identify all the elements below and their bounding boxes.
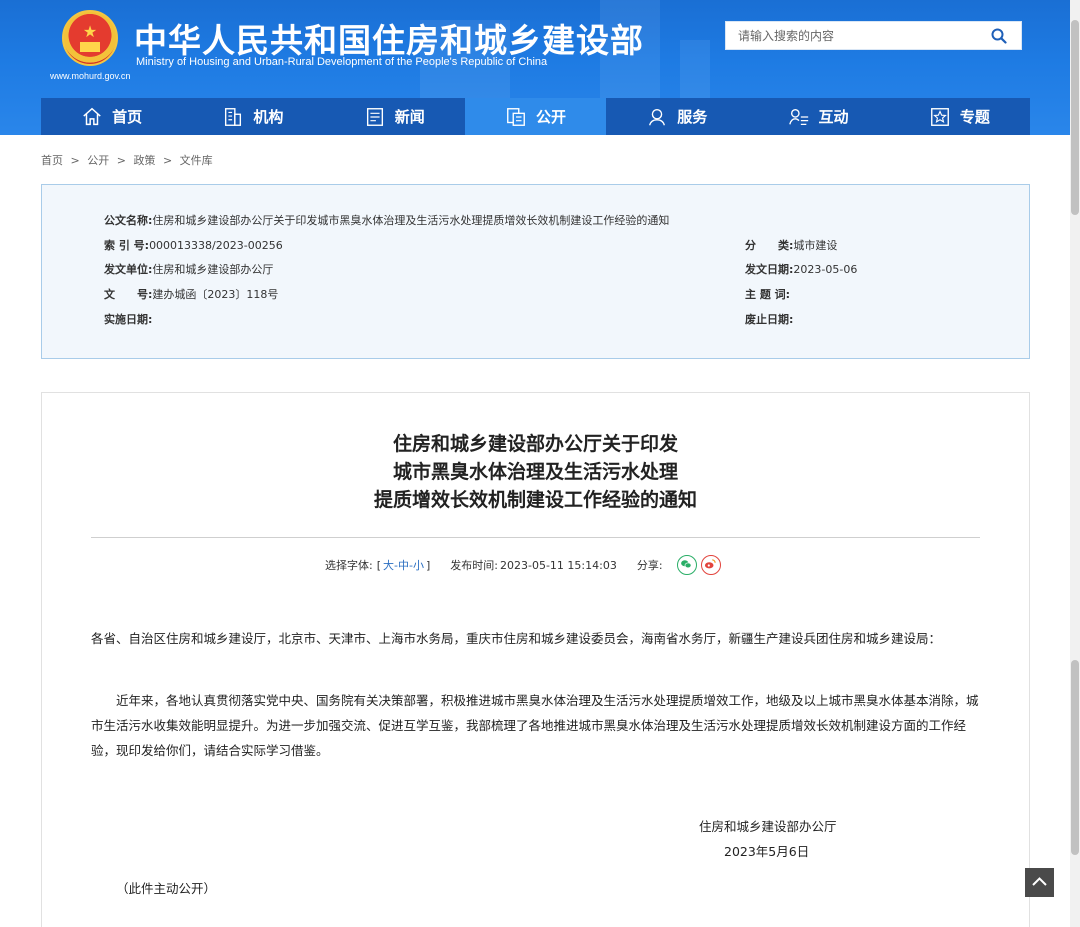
news-icon (366, 107, 383, 126)
breadcrumb: 首页 > 公开 > 政策 > 文件库 (41, 152, 217, 168)
document-icon (507, 107, 525, 126)
article-addressee: 各省、自治区住房和城乡建设厅，北京市、天津市、上海市水务局，重庆市住房和城乡建设… (91, 631, 942, 646)
nav-item-topic[interactable]: 专题 (889, 98, 1030, 135)
publish-time: 2023-05-11 15:14:03 (500, 558, 617, 572)
nav-item-service[interactable]: 服务 (606, 98, 747, 135)
font-bracket-open: [ (376, 558, 382, 572)
breadcrumb-home[interactable]: 首页 (41, 154, 63, 167)
article-note: （此件主动公开） (116, 881, 217, 896)
site-url: www.mohurd.gov.cn (50, 71, 131, 81)
meta-issuer: 发文单位:住房和城乡建设部办公厅 (104, 263, 274, 276)
breadcrumb-policy[interactable]: 政策 (133, 154, 155, 167)
weibo-share-icon[interactable] (700, 555, 721, 575)
meta-doc-no: 文 号:建办城函〔2023〕118号 (104, 288, 279, 301)
service-icon (649, 108, 666, 125)
wechat-share-icon[interactable] (676, 555, 697, 575)
site-title-cn[interactable]: 中华人民共和国住房和城乡建设部 (134, 14, 644, 62)
article-panel: 住房和城乡建设部办公厅关于印发 城市黑臭水体治理及生活污水处理 提质增效长效机制… (41, 392, 1030, 927)
search-icon[interactable] (991, 28, 1007, 44)
meta-effective-date: 实施日期: (104, 313, 153, 326)
font-select-label: 选择字体: (325, 559, 373, 572)
site-title-en: Ministry of Housing and Urban-Rural Deve… (136, 56, 548, 68)
font-large-button[interactable]: 大 (383, 557, 394, 573)
font-medium-button[interactable]: 中 (398, 557, 409, 573)
search-box (725, 21, 1022, 50)
nav-label: 新闻 (394, 108, 425, 126)
scrollbar-thumb[interactable] (1071, 20, 1079, 215)
nav-item-open[interactable]: 公开 (464, 98, 607, 135)
nav-label: 公开 (535, 108, 566, 126)
interact-icon (788, 108, 808, 125)
search-input[interactable] (726, 22, 981, 49)
breadcrumb-sep: > (70, 154, 80, 167)
document-meta-box: 公文名称:住房和城乡建设部办公厅关于印发城市黑臭水体治理及生活污水处理提质增效长… (41, 184, 1030, 359)
breadcrumb-sep: > (116, 154, 126, 167)
breadcrumb-library[interactable]: 文件库 (180, 154, 213, 167)
nav-item-org[interactable]: 机构 (182, 98, 323, 135)
nav-item-home[interactable]: 首页 (41, 98, 182, 135)
share-label: 分享: (636, 559, 663, 572)
national-emblem-icon[interactable]: ★ (62, 10, 118, 66)
publish-label: 发布时间: (450, 559, 498, 572)
article-toolbar: 选择字体: [ 大 - 中 - 小 ] 发布时间: 2023-05-11 15:… (325, 555, 721, 575)
font-bracket-close: ] (425, 558, 431, 572)
article-date: 2023年5月6日 (724, 844, 810, 859)
meta-subject: 主 题 词: (745, 288, 791, 301)
breadcrumb-open[interactable]: 公开 (87, 154, 109, 167)
article-title-line1: 住房和城乡建设部办公厅关于印发 (392, 433, 678, 455)
topic-star-icon (930, 107, 949, 126)
main-nav: 首页 机构 新闻 公开 服务 互动 专题 (41, 98, 1030, 135)
nav-label: 互动 (818, 108, 849, 126)
font-small-button[interactable]: 小 (413, 557, 424, 573)
back-to-top-button[interactable] (1025, 868, 1054, 897)
article-title-line3: 提质增效长效机制建设工作经验的通知 (373, 489, 697, 511)
article-body: 近年来，各地认真贯彻落实党中央、国务院有关决策部署，积极推进城市黑臭水体治理及生… (91, 693, 979, 758)
nav-item-news[interactable]: 新闻 (324, 98, 465, 135)
article-title-line2: 城市黑臭水体治理及生活污水处理 (392, 461, 678, 483)
article-signature: 住房和城乡建设部办公厅 (699, 819, 837, 834)
building-icon (225, 107, 242, 126)
meta-issue-date: 发文日期:2023-05-06 (745, 263, 858, 276)
meta-index: 索 引 号:000013338/2023-00256 (104, 239, 283, 252)
breadcrumb-sep: > (162, 154, 173, 167)
chevron-up-icon (1032, 877, 1047, 886)
divider (91, 537, 980, 538)
meta-category: 分 类:城市建设 (745, 239, 838, 252)
meta-doc-name: 公文名称:住房和城乡建设部办公厅关于印发城市黑臭水体治理及生活污水处理提质增效长… (104, 214, 670, 227)
nav-label: 服务 (677, 108, 708, 126)
nav-label: 首页 (112, 108, 143, 126)
meta-expire-date: 废止日期: (745, 313, 794, 326)
home-icon (83, 107, 101, 125)
nav-item-interact[interactable]: 互动 (747, 98, 888, 135)
page-scrollbar[interactable] (1070, 0, 1080, 927)
scrollbar-thumb[interactable] (1071, 660, 1079, 855)
nav-label: 专题 (959, 108, 990, 126)
nav-label: 机构 (253, 108, 284, 126)
